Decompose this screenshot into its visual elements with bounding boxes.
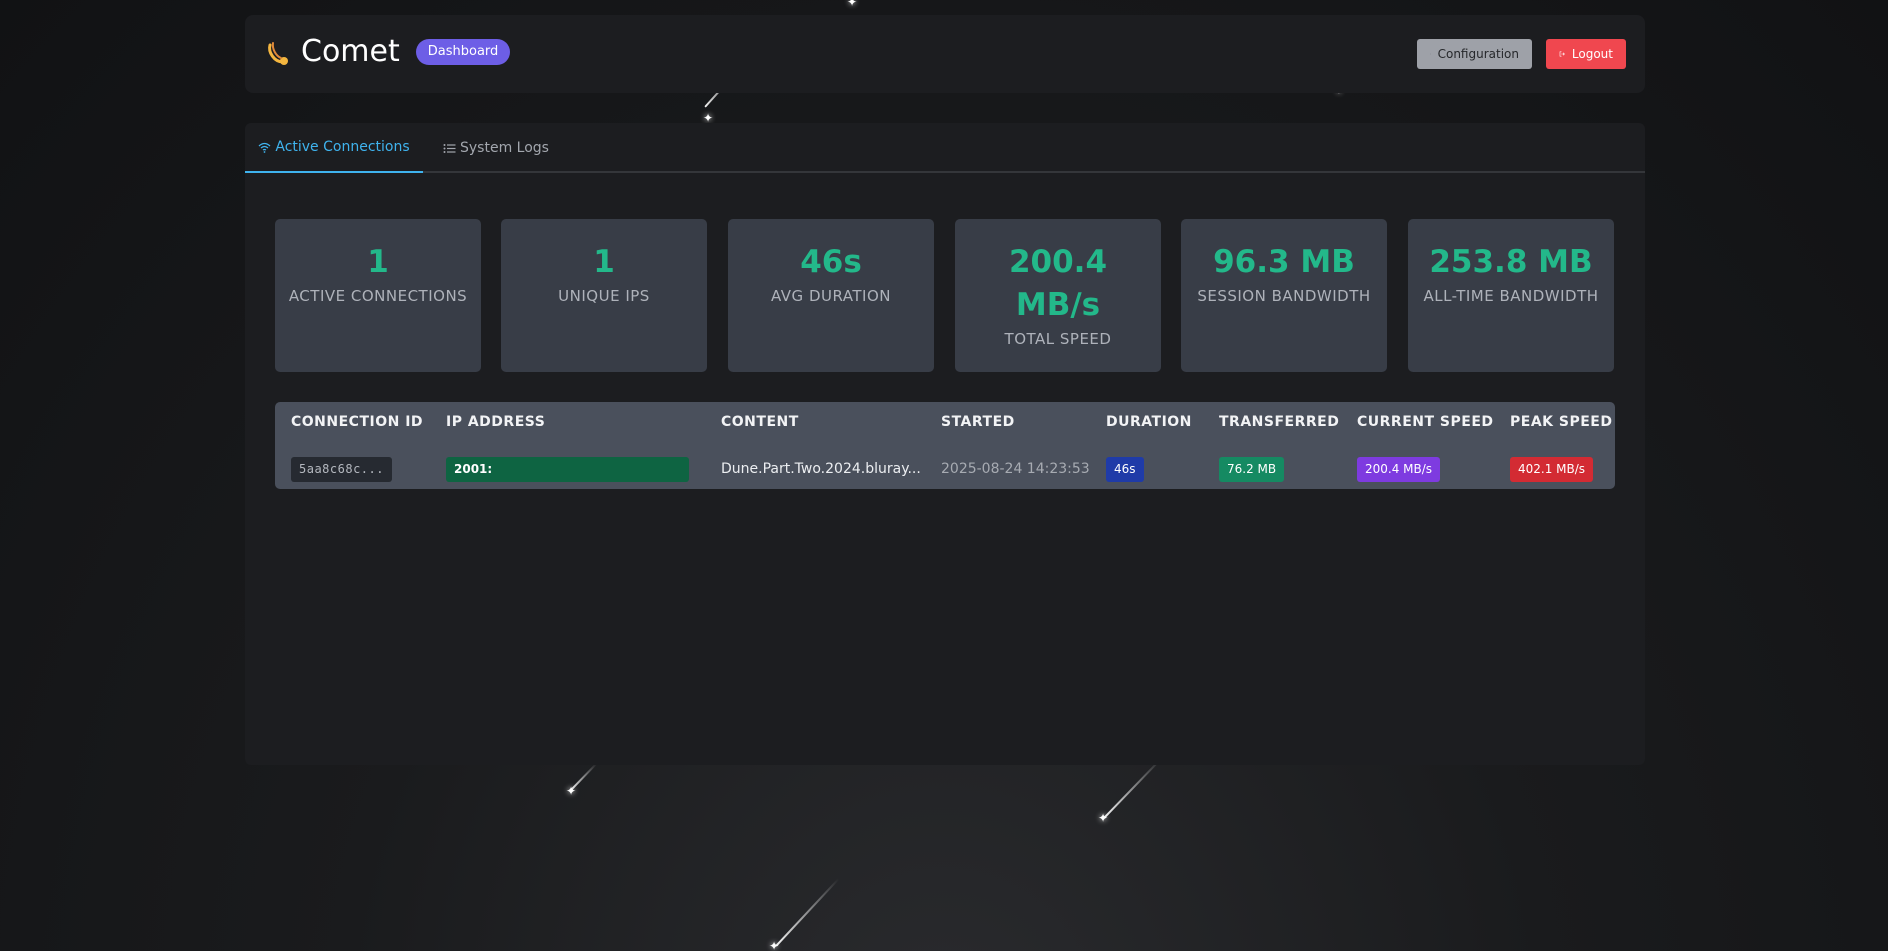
connection-id: 5aa8c68c...: [291, 457, 392, 482]
column-header: CONTENT: [721, 414, 799, 430]
column-header: IP ADDRESS: [446, 414, 546, 430]
stat-value: 1: [367, 244, 389, 280]
column-header: CURRENT SPEED: [1357, 414, 1494, 430]
stat-label: SESSION BANDWIDTH: [1197, 287, 1371, 305]
configuration-label: Configuration: [1437, 47, 1519, 61]
ip-address-cell: 2001:: [446, 456, 689, 482]
main-panel: Active Connections System Logs 1 ACTIVE …: [245, 123, 1645, 765]
column-header: CONNECTION ID: [291, 414, 424, 430]
connections-table: CONNECTION ID IP ADDRESS CONTENT STARTED…: [275, 402, 1615, 489]
tab-active-connections[interactable]: Active Connections: [245, 123, 423, 173]
tab-system-logs[interactable]: System Logs: [443, 123, 549, 173]
transferred-cell: 76.2 MB: [1219, 456, 1285, 482]
configuration-button[interactable]: Configuration: [1417, 39, 1532, 69]
stat-label: TOTAL SPEED: [1004, 330, 1112, 348]
wifi-icon: [258, 142, 271, 153]
column-header: TRANSFERRED: [1219, 414, 1340, 430]
stat-card-all-time-bandwidth: 253.8 MB ALL-TIME BANDWIDTH: [1408, 219, 1614, 372]
stat-value: 200.4 MB/s: [1008, 244, 1108, 323]
list-icon: [443, 143, 456, 153]
brand: Comet Dashboard: [265, 34, 511, 69]
app-title: Comet: [301, 34, 400, 69]
gear-icon: [1430, 53, 1431, 55]
column-header: DURATION: [1106, 414, 1192, 430]
stat-card-session-bandwidth: 96.3 MB SESSION BANDWIDTH: [1181, 219, 1387, 372]
stat-card-total-speed: 200.4 MB/s TOTAL SPEED: [955, 219, 1161, 372]
app-header: Comet Dashboard Configuration Logout: [245, 15, 1645, 93]
tab-bar: Active Connections System Logs: [245, 123, 1645, 173]
dashboard-badge: Dashboard: [415, 39, 511, 65]
current-speed-badge: 200.4 MB/s: [1357, 457, 1441, 482]
connection-id-cell: 5aa8c68c...: [291, 456, 392, 482]
stat-value: 253.8 MB: [1429, 244, 1593, 280]
stat-label: UNIQUE IPS: [558, 287, 650, 305]
stat-value: 1: [593, 244, 615, 280]
logout-icon: [1559, 51, 1565, 57]
tab-active-connections-label: Active Connections: [275, 139, 410, 155]
stat-label: ACTIVE CONNECTIONS: [288, 287, 468, 305]
stat-value: 96.3 MB: [1213, 244, 1355, 280]
column-header: STARTED: [941, 414, 1015, 430]
peak-speed-badge: 402.1 MB/s: [1510, 457, 1594, 482]
column-header: PEAK SPEED: [1510, 414, 1613, 430]
stat-value: 46s: [800, 244, 862, 280]
content-cell: Dune.Part.Two.2024.bluray...: [721, 461, 921, 477]
stat-label: ALL-TIME BANDWIDTH: [1423, 287, 1599, 305]
logout-button[interactable]: Logout: [1546, 39, 1626, 69]
stat-card-avg-duration: 46s AVG DURATION: [728, 219, 934, 372]
stat-label: AVG DURATION: [770, 287, 891, 305]
current-speed-cell: 200.4 MB/s: [1357, 456, 1441, 482]
duration-cell: 46s: [1106, 456, 1144, 482]
transferred-badge: 76.2 MB: [1219, 457, 1285, 482]
stat-card-active-connections: 1 ACTIVE CONNECTIONS: [275, 219, 481, 372]
logout-label: Logout: [1571, 47, 1613, 61]
started-cell: 2025-08-24 14:23:53: [941, 461, 1090, 477]
stat-card-unique-ips: 1 UNIQUE IPS: [501, 219, 707, 372]
tab-system-logs-label: System Logs: [460, 140, 549, 156]
ip-address: 2001:: [446, 457, 689, 482]
comet-icon: [265, 38, 293, 66]
duration-badge: 46s: [1106, 457, 1144, 482]
peak-speed-cell: 402.1 MB/s: [1510, 456, 1594, 482]
